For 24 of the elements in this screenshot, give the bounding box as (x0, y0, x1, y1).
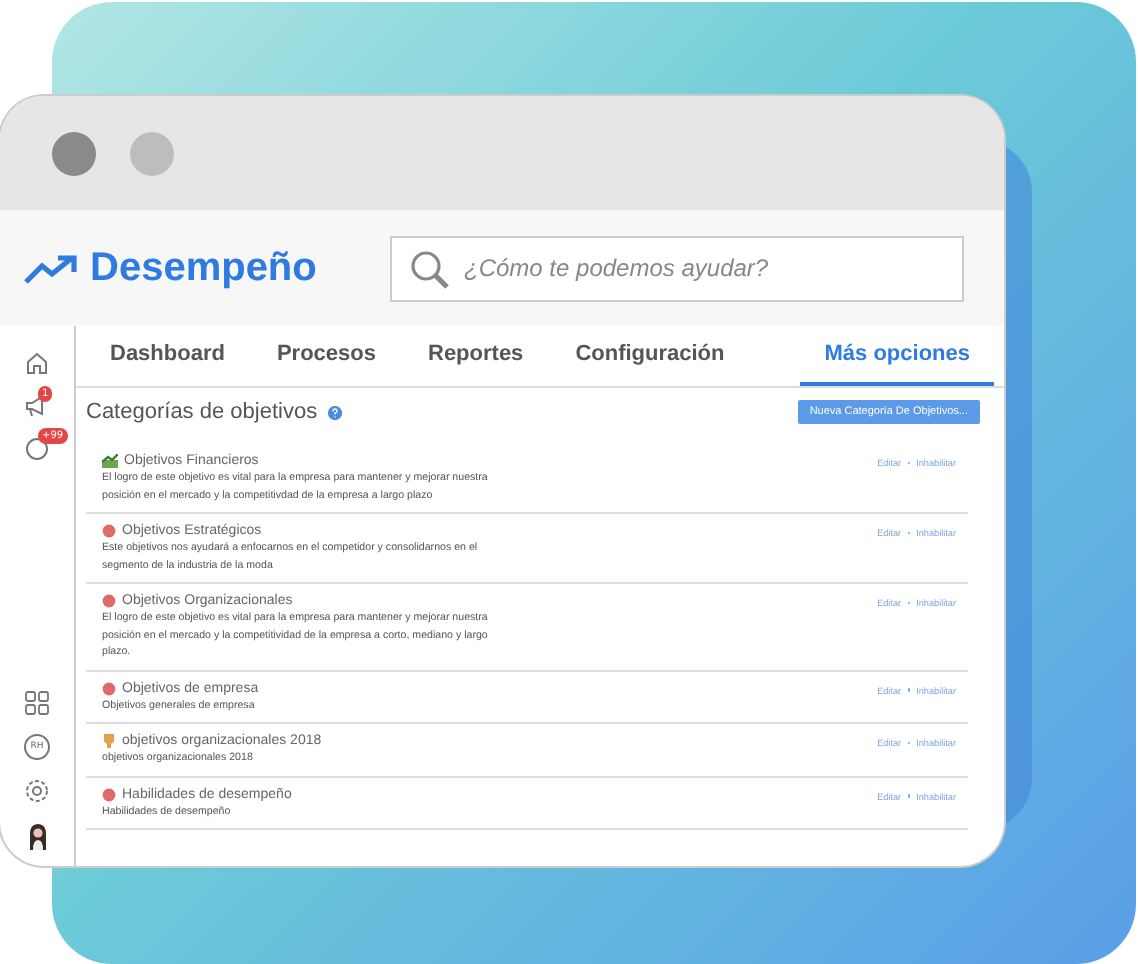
home-icon[interactable] (24, 350, 50, 376)
chart-icon (102, 454, 118, 468)
search-icon (410, 249, 450, 289)
avatar-icon[interactable] (25, 822, 49, 850)
window-dot[interactable] (52, 131, 96, 175)
search-field[interactable]: ¿Cómo te podemos ayudar? (390, 235, 964, 301)
nav-tab[interactable]: Procesos (276, 326, 402, 386)
window-dot[interactable] (130, 131, 174, 175)
dot-icon (102, 524, 116, 538)
dot-icon (102, 681, 116, 695)
bell-icon[interactable] (24, 436, 50, 462)
nav-tab[interactable]: Más opciones (800, 326, 994, 386)
nav-tab[interactable]: Configuración (575, 326, 751, 386)
trophy-icon (102, 734, 116, 748)
app-title: Desempeño (90, 245, 317, 291)
grid-icon[interactable] (24, 690, 50, 716)
page-heading: Categorías de objetivos (86, 400, 318, 424)
dot-icon (102, 594, 116, 608)
settings-icon[interactable] (24, 778, 50, 804)
help-icon[interactable] (327, 405, 342, 419)
nav-tab[interactable]: Dashboard (110, 326, 251, 386)
nav-tab[interactable]: Reportes (428, 326, 550, 386)
trend-up-icon (24, 253, 78, 283)
dot-icon (102, 787, 116, 801)
